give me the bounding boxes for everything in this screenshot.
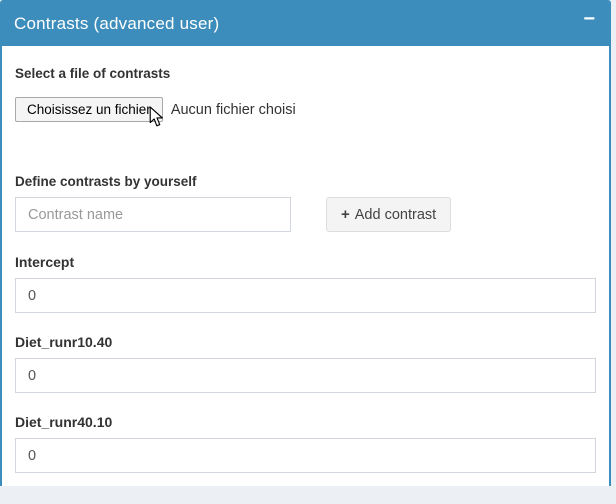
panel-body: Select a file of contrasts Choisissez un… xyxy=(2,46,609,504)
contrast-value-input-intercept[interactable] xyxy=(15,278,596,313)
minus-icon: − xyxy=(583,8,595,30)
file-input-row: Choisissez un fichier Aucun fichier choi… xyxy=(15,97,596,122)
contrast-field-intercept: Intercept xyxy=(15,254,596,313)
add-contrast-label: Add contrast xyxy=(355,207,436,223)
plus-icon: + xyxy=(341,206,350,223)
panel-title: Contrasts (advanced user) xyxy=(14,14,219,34)
contrast-value-input-diet-runr10-40[interactable] xyxy=(15,358,596,393)
file-upload-group: Select a file of contrasts Choisissez un… xyxy=(15,66,596,122)
add-contrast-button[interactable]: + Add contrast xyxy=(326,197,451,232)
page: { "panel": { "title": "Contrasts (advanc… xyxy=(0,0,616,486)
define-section-label: Define contrasts by yourself xyxy=(15,174,596,189)
define-contrasts-group: Define contrasts by yourself + Add contr… xyxy=(15,174,596,232)
contrast-field-diet-runr10-40: Diet_runr10.40 xyxy=(15,334,596,393)
contrast-field-label: Diet_runr40.10 xyxy=(15,414,596,430)
contrast-name-input[interactable] xyxy=(15,197,291,232)
contrasts-panel: Contrasts (advanced user) − Select a fil… xyxy=(0,0,611,486)
contrast-field-label: Intercept xyxy=(15,254,596,270)
contrast-field-diet-runr40-10: Diet_runr40.10 xyxy=(15,414,596,473)
choose-file-button[interactable]: Choisissez un fichier xyxy=(15,97,163,122)
contrast-field-label: Diet_runr10.40 xyxy=(15,334,596,350)
contrast-value-input-diet-runr40-10[interactable] xyxy=(15,438,596,473)
collapse-button[interactable]: − xyxy=(581,9,597,29)
define-contrasts-row: + Add contrast xyxy=(15,197,596,232)
file-status-text: Aucun fichier choisi xyxy=(171,102,296,118)
file-section-label: Select a file of contrasts xyxy=(15,66,596,81)
panel-header: Contrasts (advanced user) − xyxy=(2,2,609,46)
